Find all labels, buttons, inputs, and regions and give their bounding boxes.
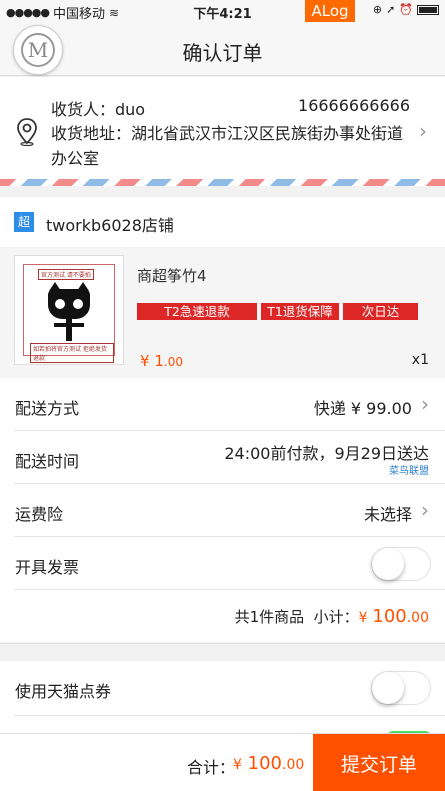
thumbnail-frame: 官方测试 请不要拍 如若拍将官方测试 拒绝发货退款 xyxy=(23,264,115,363)
order-options: 配送方式 快递 ¥ 99.00 › 配送时间 24:00前付款，9月29日送达 … xyxy=(0,378,445,642)
status-bar: ●●●●● 中国移动 ≋ 下午4:21 ALog ⊕ ➚ ⏰ xyxy=(0,0,445,22)
alarm-icon: ⏰ xyxy=(399,3,413,16)
submit-order-button[interactable]: 提交订单 xyxy=(313,734,445,791)
chevron-right-icon: › xyxy=(419,119,427,143)
battery-icon xyxy=(417,4,439,15)
delivery-method-label: 配送方式 xyxy=(15,399,80,418)
delivery-method-value: 快递 ¥ 99.00 xyxy=(313,399,412,418)
receiver-address: 收货地址：湖北省武汉市江汉区民族街办事处街道办公室 xyxy=(51,124,404,168)
product-price: ¥ 1.00 xyxy=(140,352,183,370)
delivery-time-label: 配送时间 xyxy=(15,452,80,471)
coupon-section: 使用天猫点券 xyxy=(0,661,445,741)
thumbnail-caption-bottom: 如若拍将官方测试 拒绝发货退款 xyxy=(30,343,114,363)
bottom-bar: 合计： ¥ 100.00 提交订单 xyxy=(0,733,445,791)
product-thumbnail: 官方测试 请不要拍 如若拍将官方测试 拒绝发货退款 xyxy=(14,255,124,365)
section-gap xyxy=(0,643,445,661)
thumbnail-caption-top: 官方测试 请不要拍 xyxy=(38,269,94,280)
receiver-name: 收货人：duo xyxy=(51,100,146,119)
product-item[interactable]: 官方测试 请不要拍 如若拍将官方测试 拒绝发货退款 商超筝竹4 T2急速退款 T… xyxy=(0,248,445,378)
tmall-coupon-row: 使用天猫点券 xyxy=(14,661,445,716)
invoice-row: 开具发票 xyxy=(14,537,445,590)
location-pin-icon xyxy=(17,118,37,147)
page-title: 确认订单 xyxy=(182,41,263,65)
address-section[interactable]: 收货人：duo 16666666666 收货地址：湖北省武汉市江汉区民族街办事处… xyxy=(0,77,445,179)
rotation-lock-icon: ⊕ xyxy=(372,3,383,16)
product-title: 商超筝竹4 xyxy=(137,267,207,285)
receiver-phone: 16666666666 xyxy=(298,96,410,115)
delivery-time-value: 24:00前付款，9月29日送达 xyxy=(224,444,429,463)
total-label: 合计： xyxy=(187,758,236,777)
alog-button[interactable]: ALog xyxy=(305,0,355,22)
tag-fast-refund: T2急速退款 xyxy=(137,303,257,320)
service-tags: T2急速退款 T1退货保障 次日达 xyxy=(137,303,418,320)
toggle-knob xyxy=(372,548,404,580)
delivery-method-row[interactable]: 配送方式 快递 ¥ 99.00 › xyxy=(14,378,445,431)
tmall-cat-icon xyxy=(48,282,90,319)
location-icon: ➚ xyxy=(386,3,396,16)
cainiao-label: 菜鸟联盟 xyxy=(389,466,429,477)
tmall-coupon-toggle[interactable] xyxy=(371,671,431,705)
supermarket-badge: 超 xyxy=(14,212,34,232)
chevron-right-icon: › xyxy=(421,498,429,522)
shipping-insurance-value: 未选择 xyxy=(363,505,412,524)
tag-next-day: 次日达 xyxy=(343,303,418,320)
toggle-knob xyxy=(372,672,404,704)
invoice-toggle[interactable] xyxy=(371,547,431,581)
shop-header[interactable]: 超 tworkb6028店铺 xyxy=(0,197,445,247)
summary-text: 共1件商品 小计：¥ 100.00 xyxy=(234,606,429,627)
delivery-time-row: 配送时间 24:00前付款，9月29日送达 菜鸟联盟 xyxy=(14,431,445,484)
product-quantity: x1 xyxy=(411,352,429,368)
total-amount: ¥ 100.00 xyxy=(233,753,305,774)
invoice-label: 开具发票 xyxy=(15,558,80,577)
shipping-insurance-row[interactable]: 运费险 未选择 › xyxy=(14,484,445,537)
status-right: ⊕ ➚ ⏰ xyxy=(373,3,439,16)
nav-bar: M 确认订单 xyxy=(0,22,445,76)
shipping-insurance-label: 运费险 xyxy=(15,505,64,524)
shop-name: tworkb6028店铺 xyxy=(46,216,174,235)
tag-return-guarantee: T1退货保障 xyxy=(261,303,339,320)
cat-body xyxy=(66,319,72,341)
tmall-coupon-label: 使用天猫点券 xyxy=(15,682,112,701)
chevron-right-icon: › xyxy=(421,392,429,416)
order-summary: 共1件商品 小计：¥ 100.00 xyxy=(0,590,445,642)
airmail-divider xyxy=(0,179,445,186)
